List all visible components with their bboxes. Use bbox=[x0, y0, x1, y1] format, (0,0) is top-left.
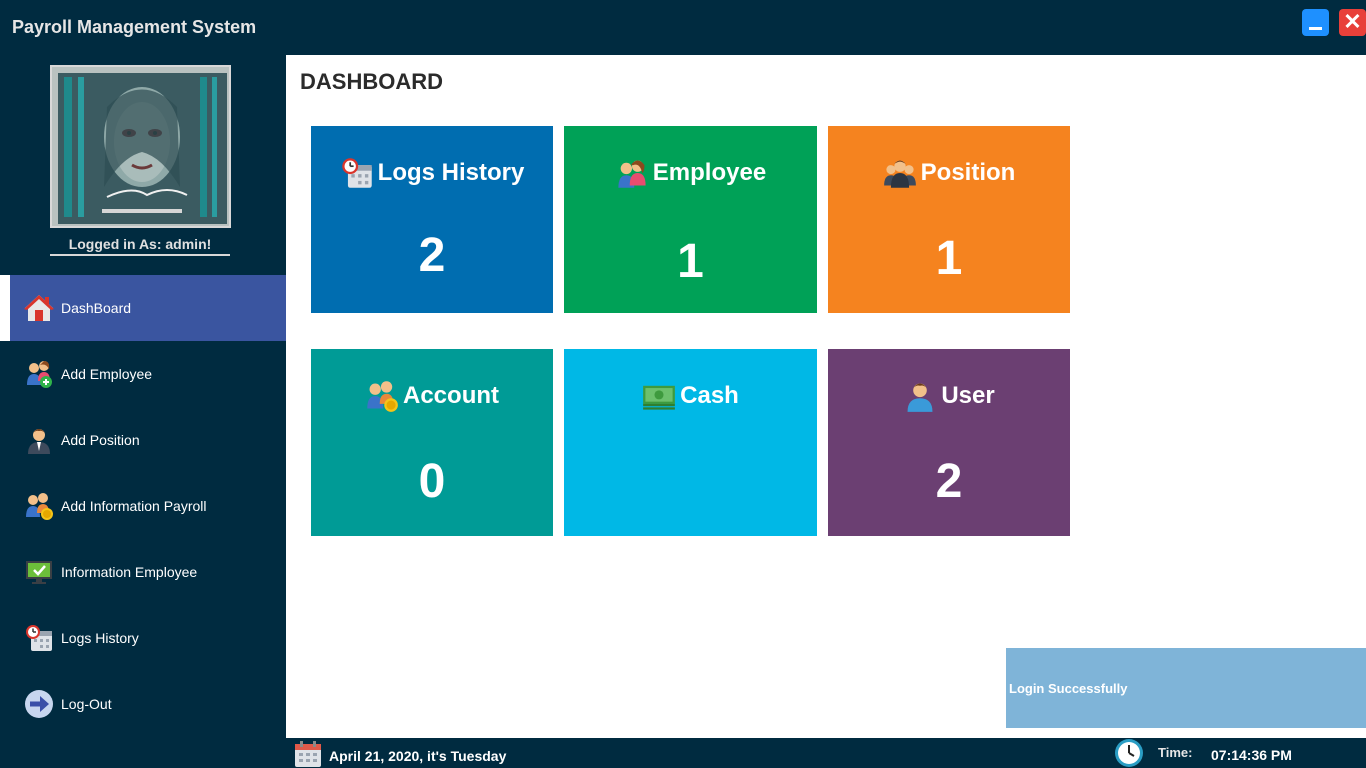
time-label: Time: bbox=[1158, 745, 1193, 760]
payroll-icon bbox=[26, 493, 53, 520]
card-title: Position bbox=[920, 159, 1016, 186]
avatar bbox=[50, 65, 231, 228]
status-bar: April 21, 2020, it's Tuesday Time: 07:14… bbox=[286, 738, 1366, 768]
sidebar-item-add-employee[interactable]: Add Employee bbox=[0, 341, 286, 407]
card-header: Account bbox=[311, 379, 553, 413]
card-position[interactable]: Position 1 bbox=[828, 126, 1070, 313]
notification-message: Login Successfully bbox=[1009, 681, 1128, 696]
minimize-icon bbox=[1309, 27, 1322, 30]
card-header: Position bbox=[828, 156, 1070, 190]
card-value: 2 bbox=[935, 455, 963, 508]
arrow-right-icon bbox=[25, 690, 53, 718]
card-cash[interactable]: Cash bbox=[564, 349, 817, 536]
card-header: Logs History bbox=[311, 156, 553, 190]
sidebar-item-label: Add Position bbox=[61, 432, 140, 448]
cash-icon bbox=[643, 385, 676, 410]
card-header: Cash bbox=[564, 379, 817, 413]
monitor-icon bbox=[26, 561, 52, 584]
employee-icon bbox=[618, 160, 646, 188]
current-time: 07:14:36 PM bbox=[1211, 747, 1292, 763]
sidebar-item-label: Logs History bbox=[61, 630, 139, 646]
card-value: 1 bbox=[677, 235, 704, 288]
card-employee[interactable]: Employee 1 bbox=[564, 126, 817, 313]
card-title: Cash bbox=[680, 382, 739, 409]
card-title: User bbox=[941, 382, 995, 409]
card-value: 1 bbox=[935, 232, 963, 285]
card-account[interactable]: Account 0 bbox=[311, 349, 553, 536]
sidebar-nav: DashBoard Add Employee Add Position Add … bbox=[0, 275, 286, 737]
logged-in-label: Logged in As: admin! bbox=[50, 236, 230, 256]
minimize-button[interactable] bbox=[1302, 9, 1329, 36]
person-icon bbox=[28, 429, 50, 454]
clock-icon bbox=[1115, 739, 1143, 767]
sidebar-item-logout[interactable]: Log-Out bbox=[0, 671, 286, 737]
close-button[interactable]: ✕ bbox=[1339, 9, 1366, 36]
main-content: DASHBOARD Logs History 2 Employee 1 Posi… bbox=[286, 55, 1366, 738]
page-title: DASHBOARD bbox=[300, 69, 443, 94]
house-icon bbox=[24, 295, 54, 321]
sidebar-item-label: Add Information Payroll bbox=[61, 498, 207, 514]
card-value: 2 bbox=[418, 229, 446, 282]
card-logs-history[interactable]: Logs History 2 bbox=[311, 126, 553, 313]
sidebar-item-label: Add Employee bbox=[61, 366, 153, 382]
user-icon bbox=[907, 383, 933, 412]
card-title: Logs History bbox=[377, 159, 525, 186]
login-notification: Login Successfully bbox=[1006, 648, 1366, 728]
card-user[interactable]: User 2 bbox=[828, 349, 1070, 536]
card-header: Employee bbox=[564, 156, 817, 190]
sidebar-item-logs-history[interactable]: Logs History bbox=[0, 605, 286, 671]
sidebar-item-label: Information Employee bbox=[61, 564, 198, 580]
add-employee-icon bbox=[27, 361, 52, 388]
sidebar-item-add-information-payroll[interactable]: Add Information Payroll bbox=[0, 473, 286, 539]
sidebar: Logged in As: admin! DashBoard Add Emplo… bbox=[0, 55, 286, 768]
title-bar: Payroll Management System ✕ bbox=[0, 0, 1366, 55]
sidebar-item-add-position[interactable]: Add Position bbox=[0, 407, 286, 473]
calendar-clock-icon bbox=[341, 158, 372, 188]
group-icon bbox=[883, 160, 916, 188]
sidebar-item-label: Log-Out bbox=[61, 696, 112, 712]
calendar-icon bbox=[295, 741, 321, 767]
card-value: 0 bbox=[418, 455, 446, 508]
card-header: User bbox=[828, 379, 1070, 413]
card-title: Account bbox=[403, 382, 499, 409]
account-icon bbox=[367, 381, 398, 412]
card-title: Employee bbox=[652, 159, 767, 186]
calendar-clock-icon bbox=[26, 625, 52, 651]
current-date: April 21, 2020, it's Tuesday bbox=[329, 748, 507, 764]
sidebar-item-dashboard[interactable]: DashBoard bbox=[0, 275, 286, 341]
app-title: Payroll Management System bbox=[12, 17, 257, 37]
avatar-image bbox=[52, 67, 229, 226]
sidebar-item-information-employee[interactable]: Information Employee bbox=[0, 539, 286, 605]
sidebar-item-label: DashBoard bbox=[61, 300, 132, 316]
